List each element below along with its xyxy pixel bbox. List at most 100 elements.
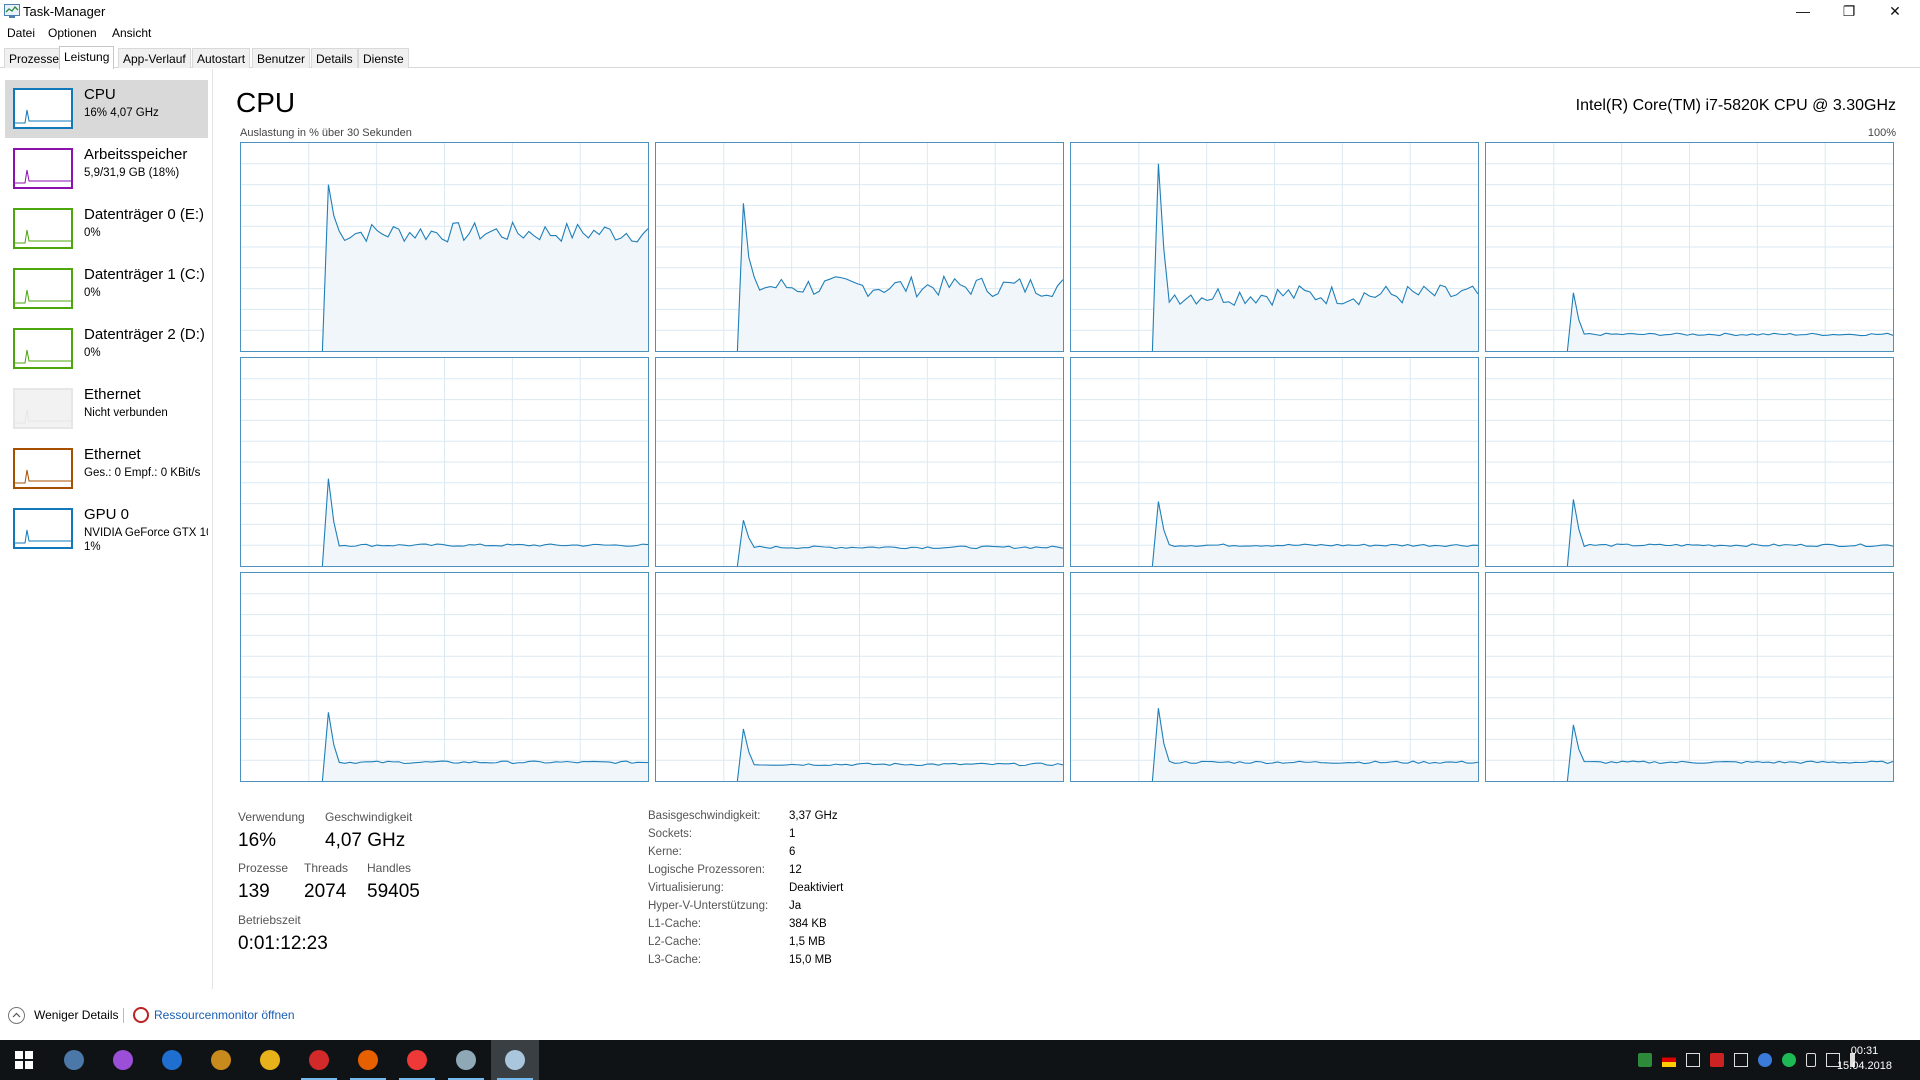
menu-bar: Datei Optionen Ansicht [0, 24, 1920, 44]
steam-icon[interactable] [50, 1040, 98, 1080]
tab-prozesse[interactable]: Prozesse [4, 48, 65, 68]
footer-bar: Weniger Details Ressourcenmonitor öffnen [0, 1000, 1920, 1030]
sidebar-thumbnail-graph [13, 448, 73, 489]
firefox-icon-glyph [358, 1050, 378, 1070]
sidebar-item-usage: 1% [84, 541, 101, 553]
page-title: CPU [236, 87, 296, 118]
task-manager-icon-glyph [505, 1050, 525, 1070]
sidebar-item-6[interactable]: Ethernet Ges.: 0 Empf.: 0 KBit/s [5, 440, 208, 498]
tab-autostart[interactable]: Autostart [192, 48, 251, 68]
tab-app-verlauf[interactable]: App-Verlauf [118, 48, 191, 68]
sidebar-item-title: Datenträger 2 (D:) [84, 326, 205, 343]
tray-usb-icon[interactable] [1806, 1053, 1816, 1067]
adobe-icon[interactable] [295, 1040, 343, 1080]
sidebar-item-subtitle: 5,9/31,9 GB (18%) [84, 167, 180, 179]
sidebar-item-subtitle: Ges.: 0 Empf.: 0 KBit/s [84, 467, 201, 479]
sidebar-item-subtitle: 0% [84, 227, 101, 239]
app-game-icon-glyph [456, 1050, 476, 1070]
title-bar: Task-Manager — ❐ ✕ [0, 0, 1920, 24]
tray-security-icon[interactable] [1710, 1053, 1724, 1067]
usage-value: 16% [238, 830, 277, 851]
menu-optionen[interactable]: Optionen [48, 26, 97, 40]
uptime-label: Betriebszeit [238, 913, 301, 927]
spec-value: 1,5 MB [789, 936, 826, 948]
system-clock[interactable]: 00:31 15.04.2018 [1837, 1044, 1892, 1074]
core-graph-0 [240, 142, 649, 352]
cpu-panel: CPU Intel(R) Core(TM) i7-5820K CPU @ 3.3… [214, 69, 1920, 989]
task-manager-app-icon [4, 4, 20, 18]
outlook-icon-glyph [162, 1050, 182, 1070]
clock-time: 00:31 [1850, 1045, 1879, 1057]
tab-benutzer[interactable]: Benutzer [252, 48, 311, 68]
sidebar-item-5[interactable]: Ethernet Nicht verbunden [5, 380, 208, 438]
sidebar-item-title: Arbeitsspeicher [84, 146, 188, 163]
sidebar-item-7[interactable]: GPU 0 NVIDIA GeForce GTX 1080 1% [5, 500, 208, 558]
sidebar-item-subtitle: Nicht verbunden [84, 407, 168, 419]
tab-leistung[interactable]: Leistung [59, 46, 115, 69]
core-graph-4 [240, 357, 649, 567]
close-button[interactable]: ✕ [1872, 0, 1918, 24]
minimize-button[interactable]: — [1780, 0, 1826, 24]
spec-value: 1 [789, 828, 796, 840]
tray-language-flag-icon[interactable] [1662, 1053, 1676, 1067]
affinity-icon[interactable] [99, 1040, 147, 1080]
restore-button[interactable]: ❐ [1826, 0, 1872, 24]
firefox-icon[interactable] [344, 1040, 392, 1080]
sidebar-item-subtitle: 0% [84, 287, 101, 299]
app-game-icon[interactable] [442, 1040, 490, 1080]
spec-value: Ja [789, 900, 802, 912]
sidebar-item-2[interactable]: Datenträger 0 (E:) 0% [5, 200, 208, 258]
sidebar-item-subtitle: 16% 4,07 GHz [84, 107, 159, 119]
clock-date: 15.04.2018 [1836, 1060, 1892, 1072]
sidebar-thumbnail-graph [13, 388, 73, 429]
spec-value: 12 [789, 864, 802, 876]
tray-window-icon[interactable] [1686, 1053, 1700, 1067]
windows-start-icon[interactable] [0, 1040, 48, 1080]
tray-spotify-icon[interactable] [1782, 1053, 1796, 1067]
fewer-details-button[interactable]: Weniger Details [34, 1008, 118, 1022]
vivaldi-icon[interactable] [393, 1040, 441, 1080]
open-resource-monitor-link[interactable]: Ressourcenmonitor öffnen [154, 1008, 295, 1022]
chevron-up-icon[interactable] [8, 1007, 25, 1024]
spec-value: 6 [789, 846, 796, 858]
resource-monitor-icon[interactable] [133, 1007, 149, 1023]
spec-value: Deaktiviert [789, 882, 844, 894]
sidebar-thumbnail-graph [13, 148, 73, 189]
tab-details[interactable]: Details [311, 48, 358, 68]
sidebar-thumbnail-graph [13, 328, 73, 369]
core-graph-11 [1485, 572, 1894, 782]
sidebar-item-title: Datenträger 1 (C:) [84, 266, 205, 283]
windows-start-icon-glyph [14, 1050, 34, 1070]
tab-dienste[interactable]: Dienste [358, 48, 409, 68]
menu-ansicht[interactable]: Ansicht [112, 26, 151, 40]
sidebar-item-title: GPU 0 [84, 506, 130, 523]
app-r-icon[interactable] [197, 1040, 245, 1080]
affinity-icon-glyph [113, 1050, 133, 1070]
tray-display-icon[interactable] [1734, 1053, 1748, 1067]
sidebar-item-4[interactable]: Datenträger 2 (D:) 0% [5, 320, 208, 378]
spec-value: 384 KB [789, 918, 827, 930]
menu-datei[interactable]: Datei [7, 26, 35, 40]
sidebar-item-subtitle: 0% [84, 347, 101, 359]
outlook-icon[interactable] [148, 1040, 196, 1080]
utilization-max-label: 100% [1867, 127, 1896, 139]
sidebar-thumbnail-graph [13, 508, 73, 549]
spec-label: Logische Prozessoren: [648, 864, 765, 876]
handles-label: Handles [367, 861, 412, 875]
tray-bluetooth-icon[interactable] [1758, 1053, 1772, 1067]
usage-label: Verwendung [238, 810, 305, 824]
spec-value: 3,37 GHz [789, 810, 838, 822]
sidebar-item-1[interactable]: Arbeitsspeicher 5,9/31,9 GB (18%) [5, 140, 208, 198]
core-graph-8 [240, 572, 649, 782]
window-title: Task-Manager [23, 4, 106, 19]
spec-label: L3-Cache: [648, 954, 702, 966]
task-manager-icon[interactable] [491, 1040, 539, 1080]
sidebar-item-3[interactable]: Datenträger 1 (C:) 0% [5, 260, 208, 318]
spec-label: Hyper-V-Unterstützung: [648, 900, 769, 912]
processes-value: 139 [238, 881, 270, 902]
tray-nvidia-icon[interactable] [1638, 1053, 1652, 1067]
leaf-app-icon[interactable] [246, 1040, 294, 1080]
utilization-caption: Auslastung in % über 30 Sekunden [240, 127, 412, 139]
sidebar-item-0[interactable]: CPU 16% 4,07 GHz [5, 80, 208, 138]
steam-icon-glyph [64, 1050, 84, 1070]
